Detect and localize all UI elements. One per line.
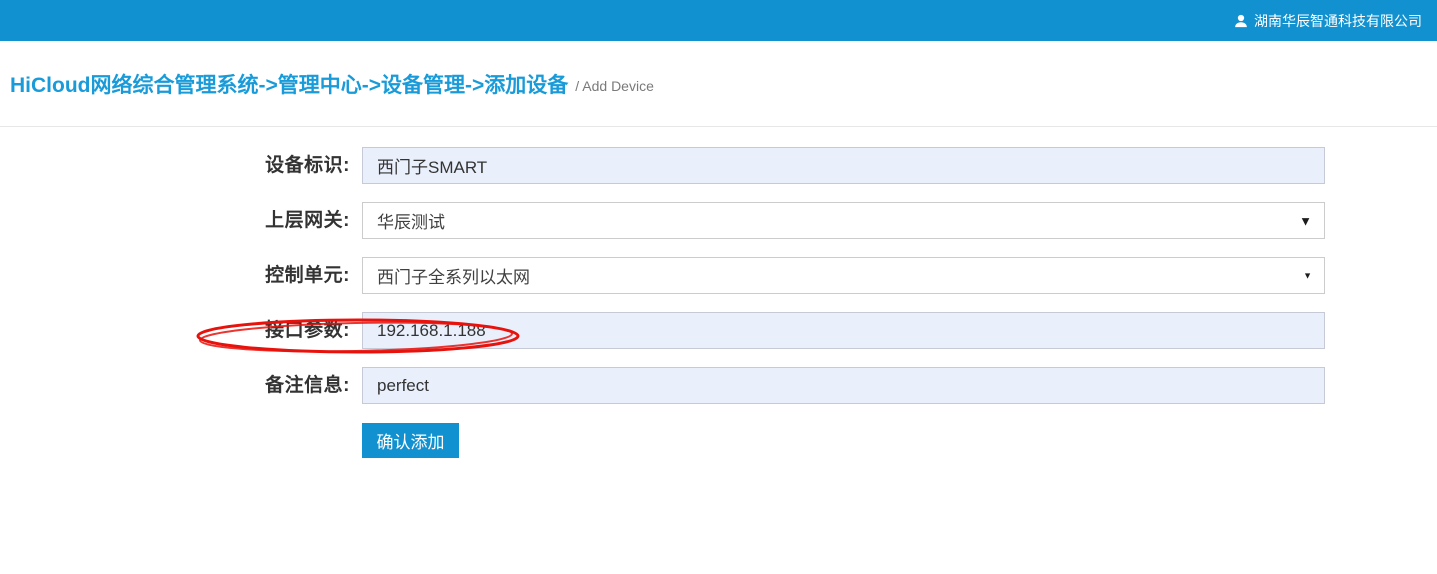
gateway-selected-value: 华辰测试 <box>377 208 445 233</box>
top-bar: 湖南华辰智通科技有限公司 <box>0 0 1437 41</box>
control-unit-select[interactable]: 西门子全系列以太网 ▼ <box>362 257 1325 294</box>
add-device-page: 湖南华辰智通科技有限公司 HiCloud网络综合管理系统->管理中心->设备管理… <box>0 0 1437 574</box>
device-id-input[interactable] <box>362 147 1325 184</box>
breadcrumb: HiCloud网络综合管理系统->管理中心->设备管理->添加设备 / Add … <box>0 41 1437 127</box>
breadcrumb-path[interactable]: HiCloud网络综合管理系统->管理中心->设备管理->添加设备 <box>10 69 568 99</box>
gateway-select[interactable]: 华辰测试 ▼ <box>362 202 1325 239</box>
caret-down-icon: ▼ <box>1303 271 1312 280</box>
control-unit-selected-value: 西门子全系列以太网 <box>377 263 530 288</box>
account-menu[interactable]: 湖南华辰智通科技有限公司 <box>1234 11 1422 31</box>
form-row-gateway: 上层网关: 华辰测试 ▼ <box>0 202 1437 239</box>
user-icon <box>1234 14 1248 28</box>
caret-down-icon: ▼ <box>1299 214 1312 227</box>
gateway-label: 上层网关: <box>183 202 350 239</box>
interface-params-label: 接口参数: <box>183 312 350 349</box>
form-row-remarks: 备注信息: <box>0 367 1437 404</box>
interface-params-input[interactable] <box>362 312 1325 349</box>
control-unit-label: 控制单元: <box>183 257 350 294</box>
confirm-add-button[interactable]: 确认添加 <box>362 423 459 458</box>
company-name: 湖南华辰智通科技有限公司 <box>1254 11 1422 31</box>
device-id-label: 设备标识: <box>183 147 350 184</box>
form-row-device-id: 设备标识: <box>0 147 1437 184</box>
remarks-input[interactable] <box>362 367 1325 404</box>
form-row-interface-params: 接口参数: <box>0 312 1437 349</box>
remarks-label: 备注信息: <box>183 367 350 404</box>
breadcrumb-subtitle: / Add Device <box>575 74 654 94</box>
form-row-control-unit: 控制单元: 西门子全系列以太网 ▼ <box>0 257 1437 294</box>
